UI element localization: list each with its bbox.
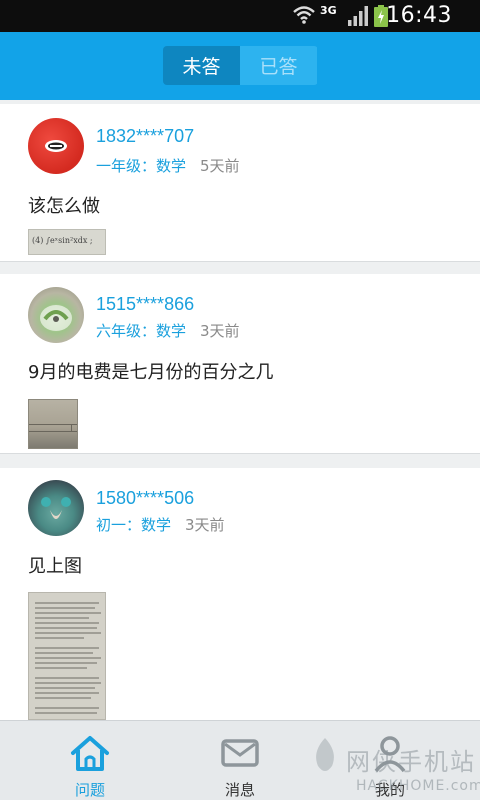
- username[interactable]: 1832****707: [96, 126, 194, 147]
- grade-subject: 六年级：数学: [96, 322, 187, 340]
- tab-unanswered[interactable]: 未答: [163, 46, 240, 85]
- status-bar: 3G 16:43: [0, 0, 480, 32]
- network-type-label: 3G: [320, 4, 337, 17]
- nav-mine[interactable]: 我的: [340, 721, 440, 800]
- time-ago: 3天前: [200, 322, 240, 340]
- question-card[interactable]: 1580****506 初一：数学 3天前 见上图: [0, 468, 480, 728]
- bottom-navigation: 问题 消息 我的: [0, 720, 480, 800]
- app-header: 未答 已答: [0, 32, 480, 100]
- question-text: 该怎么做: [28, 196, 100, 217]
- grade-subject: 一年级：数学: [96, 157, 187, 175]
- document-photo: [35, 602, 101, 714]
- time-ago: 5天前: [200, 157, 240, 175]
- nav-label: 我的: [374, 781, 405, 799]
- avatar[interactable]: [28, 118, 84, 174]
- avatar-photo-icon: [41, 497, 71, 519]
- question-image[interactable]: (4) ∫eˣsin²xdx ;: [28, 229, 106, 255]
- question-image-text: (4) ∫eˣsin²xdx ;: [32, 236, 93, 245]
- mail-icon: [221, 739, 259, 767]
- clock: 16:43: [386, 3, 452, 28]
- username[interactable]: 1515****866: [96, 294, 194, 315]
- nav-label: 问题: [74, 781, 105, 799]
- question-card[interactable]: 1515****866 六年级：数学 3天前 9月的电费是七月份的百分之几: [0, 274, 480, 454]
- question-meta: 六年级：数学 3天前: [96, 320, 240, 341]
- tab-answered[interactable]: 已答: [240, 46, 317, 85]
- question-meta: 初一：数学 3天前: [96, 514, 225, 535]
- question-image[interactable]: [28, 592, 106, 720]
- nav-questions[interactable]: 问题: [40, 721, 140, 800]
- question-meta: 一年级：数学 5天前: [96, 155, 240, 176]
- answer-status-switch: 未答 已答: [163, 46, 318, 85]
- question-card[interactable]: 1832****707 一年级：数学 5天前 该怎么做 (4) ∫eˣsin²x…: [0, 104, 480, 262]
- username[interactable]: 1580****506: [96, 488, 194, 509]
- question-text: 9月的电费是七月份的百分之几: [28, 362, 274, 383]
- wifi-icon: [293, 6, 315, 24]
- question-text: 见上图: [28, 556, 82, 577]
- time-ago: 3天前: [185, 516, 225, 534]
- avatar[interactable]: [28, 287, 84, 343]
- nav-messages[interactable]: 消息: [190, 721, 290, 800]
- question-image[interactable]: [28, 399, 78, 449]
- avatar[interactable]: [28, 480, 84, 536]
- nav-label: 消息: [224, 781, 255, 799]
- signal-icon: [348, 6, 368, 26]
- avatar-photo-icon: [40, 305, 72, 331]
- home-icon: [71, 736, 109, 771]
- grade-subject: 初一：数学: [96, 516, 172, 534]
- person-icon: [374, 736, 406, 773]
- avatar-logo-icon: [45, 140, 67, 152]
